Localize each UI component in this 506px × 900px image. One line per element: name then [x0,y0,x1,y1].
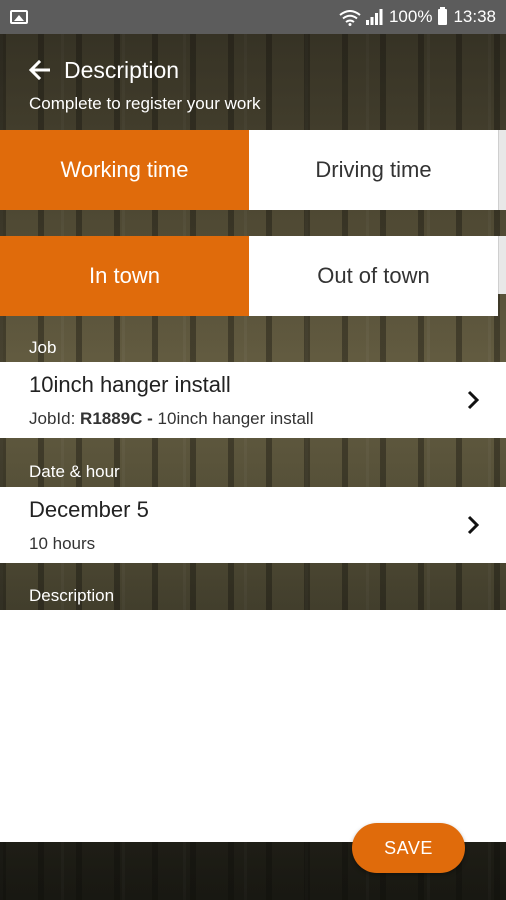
status-bar: 100% 13:38 [0,0,506,34]
page-subtitle: Complete to register your work [29,94,261,113]
chevron-right-icon [466,390,480,410]
description-input[interactable] [0,610,506,842]
job-id-line: JobId: R1889C - 10inch hanger install [29,409,314,429]
save-button[interactable]: SAVE [352,823,465,873]
time-type-toggle: Working time Driving time [0,130,498,210]
job-section-label: Job [29,338,57,357]
working-time-option[interactable]: Working time [0,130,249,210]
location-toggle: In town Out of town [0,236,498,316]
edge-handle [498,236,506,294]
job-id-label: JobId: [29,409,76,428]
wifi-icon [339,10,361,26]
chevron-right-icon [466,515,480,535]
job-id-description: 10inch hanger install [157,409,314,428]
driving-time-option[interactable]: Driving time [249,130,498,210]
app-header: Description Complete to register your wo… [0,52,506,122]
job-row[interactable]: 10inch hanger install JobId: R1889C - 10… [0,362,506,438]
clock: 13:38 [453,7,496,26]
hours-value: 10 hours [29,534,96,553]
description-area [0,610,506,842]
in-town-option[interactable]: In town [0,236,249,316]
date-hour-section-label: Date & hour [29,462,120,481]
description-section-label: Description [29,586,115,605]
gallery-icon [10,10,28,24]
date-hour-row[interactable]: December 5 10 hours [0,487,506,563]
date-value: December 5 [29,497,149,522]
out-of-town-option[interactable]: Out of town [249,236,498,316]
status-right: 100% 13:38 [339,7,496,27]
arrow-left-icon[interactable] [28,59,51,81]
battery-percent: 100% [388,7,433,26]
job-title: 10inch hanger install [29,372,231,397]
page-title: Description [64,57,180,83]
battery-icon [438,7,448,25]
signal-icon [365,9,383,25]
job-id-value: R1889C - [80,409,153,428]
edge-handle [498,130,506,210]
